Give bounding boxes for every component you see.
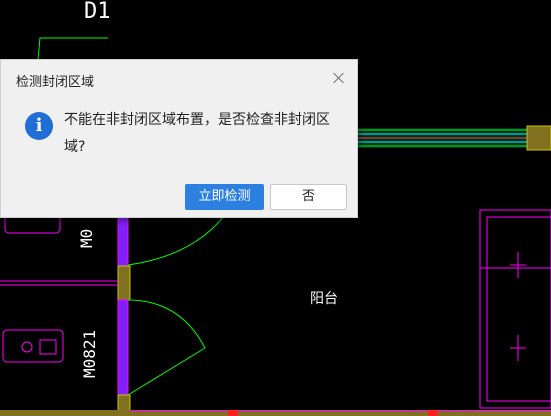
right-wall-band <box>358 125 551 151</box>
toilet-fixture <box>2 329 64 363</box>
door-arc-lower <box>127 299 206 396</box>
right-cabinet <box>479 209 551 409</box>
info-icon: i <box>25 112 53 140</box>
detect-now-button[interactable]: 立即检测 <box>185 184 264 210</box>
room-label-balcony: 阳台 <box>310 291 338 307</box>
drawing-label-d1: D1 <box>84 0 111 24</box>
door-label-m0: M0 <box>77 229 96 248</box>
no-button[interactable]: 否 <box>270 184 347 210</box>
dialog-message: 不能在非封闭区域布置，是否检查非封闭区域? <box>64 112 330 155</box>
leader-line <box>37 37 108 61</box>
close-icon[interactable] <box>331 70 347 86</box>
detect-closed-area-dialog: 检测封闭区域 i 不能在非封闭区域布置，是否检查非封闭区域? 立即检测 否 <box>0 59 358 218</box>
bottom-wall <box>0 410 551 416</box>
door-label-m0821: M0821 <box>80 330 99 378</box>
dialog-title: 检测封闭区域 <box>16 75 95 90</box>
